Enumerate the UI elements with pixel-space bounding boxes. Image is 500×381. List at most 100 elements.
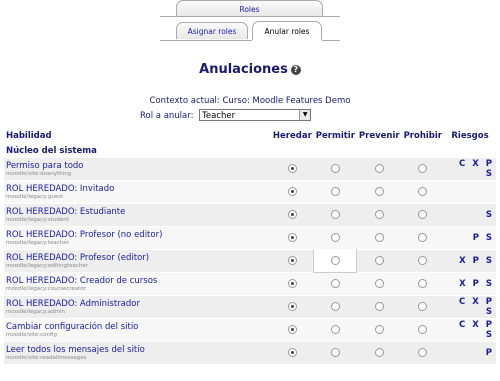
radio-cell-allow (313, 157, 357, 181)
capability-name[interactable]: Leer todos los mensajes del sitio (6, 345, 269, 355)
risk-badges[interactable]: X P S (444, 249, 496, 273)
radio-prevent[interactable] (374, 302, 384, 311)
radio-prohibit[interactable] (418, 164, 428, 173)
radio-cell-prevent (356, 157, 402, 181)
radio-cell-prohibit (401, 180, 444, 204)
risk-badges[interactable]: C X P S (444, 157, 496, 181)
capability-name[interactable]: ROL HEREDADO: Profesor (editor) (6, 253, 269, 263)
radio-allow[interactable] (330, 210, 340, 219)
section-title: Núcleo del sistema (6, 145, 97, 156)
role-select-value: Teacher (202, 111, 236, 121)
capability-cell: Cambiar configuración del sitio moodle/si… (4, 318, 271, 342)
radio-cell-allow (313, 318, 357, 342)
role-label: Rol a anular: (140, 110, 194, 121)
radio-cell-inherit (270, 249, 314, 273)
capability-cell: ROL HEREDADO: Profesor (editor) moodle/le… (4, 249, 271, 273)
radio-cell-prevent (356, 295, 402, 319)
radio-inherit[interactable] (287, 187, 297, 196)
risk-badges[interactable]: X P S (444, 272, 496, 296)
radio-allow[interactable] (330, 279, 340, 288)
risk-badges[interactable]: P S (444, 226, 496, 250)
radio-inherit[interactable] (287, 233, 297, 242)
radio-prevent[interactable] (374, 187, 384, 196)
capability-name[interactable]: ROL HEREDADO: Administrador (6, 299, 269, 309)
tab-assign-roles[interactable]: Asignar roles (176, 22, 248, 39)
radio-allow[interactable] (330, 302, 340, 311)
capability-name[interactable]: ROL HEREDADO: Profesor (no editor) (6, 230, 269, 240)
help-icon[interactable]: ? (290, 64, 301, 75)
risk-badges[interactable]: C X P S (444, 318, 496, 342)
radio-allow[interactable] (330, 164, 340, 173)
radio-cell-inherit (270, 295, 314, 319)
radio-cell-prevent (356, 226, 402, 250)
chevron-down-icon[interactable]: ▼ (299, 110, 311, 120)
header-inherit: Heredar (270, 129, 314, 144)
radio-allow[interactable] (330, 256, 340, 265)
capability-name[interactable]: ROL HEREDADO: Invitado (6, 184, 269, 194)
radio-cell-inherit (270, 341, 314, 364)
radio-prevent[interactable] (374, 210, 384, 219)
risk-badges[interactable]: C X P S (444, 295, 496, 319)
radio-cell-allow (313, 341, 357, 364)
radio-prohibit[interactable] (418, 233, 428, 242)
radio-prohibit[interactable] (418, 210, 428, 219)
tab-roles[interactable]: Roles (176, 0, 323, 16)
capability-cell: ROL HEREDADO: Profesor (no editor) moodle… (4, 226, 271, 250)
capability-name[interactable]: Permiso para todo (6, 161, 269, 171)
radio-prevent[interactable] (374, 164, 384, 173)
radio-inherit[interactable] (287, 325, 297, 334)
risk-badges[interactable] (444, 180, 496, 204)
radio-prohibit[interactable] (418, 279, 428, 288)
radio-cell-prohibit (401, 203, 444, 227)
radio-inherit[interactable] (287, 302, 297, 311)
radio-prevent[interactable] (375, 256, 384, 265)
radio-prevent[interactable] (374, 348, 384, 357)
radio-prohibit[interactable] (418, 325, 428, 334)
context-course-link[interactable]: Curso: Moodle Features Demo (223, 96, 351, 106)
radio-cell-allow (313, 295, 357, 319)
radio-cell-prevent (356, 341, 402, 364)
table-row: ROL HEREDADO: Creador de cursos moodle/le… (4, 272, 496, 296)
risk-badges[interactable]: P (444, 341, 496, 364)
radio-allow[interactable] (330, 348, 340, 357)
capability-cell: ROL HEREDADO: Administrador moodle/legacy… (4, 295, 271, 319)
header-risks: Riesgos (444, 129, 496, 144)
radio-cell-prohibit (401, 341, 444, 364)
radio-prevent[interactable] (374, 279, 384, 288)
radio-inherit[interactable] (287, 164, 297, 173)
page-title: Anulaciones (199, 62, 288, 77)
capability-cell: Leer todos los mensajes del sitio moodle/… (4, 341, 271, 364)
radio-prohibit[interactable] (418, 256, 428, 265)
capability-id: moodle/legacy:admin (6, 308, 66, 315)
section-row: Núcleo del sistema (4, 144, 496, 158)
radio-prohibit[interactable] (418, 348, 428, 357)
capability-name[interactable]: ROL HEREDADO: Creador de cursos (6, 276, 269, 286)
role-selector-row: Rol a anular: Teacher ▼ (140, 109, 312, 121)
role-select[interactable]: Teacher ▼ (199, 109, 312, 121)
radio-cell-inherit (270, 180, 314, 204)
radio-inherit[interactable] (287, 256, 297, 265)
radio-prohibit[interactable] (418, 187, 428, 196)
radio-prevent[interactable] (374, 233, 384, 242)
capability-name[interactable]: ROL HEREDADO: Estudiante (6, 207, 269, 217)
radio-inherit[interactable] (287, 348, 297, 357)
radio-cell-prohibit (401, 249, 444, 273)
radio-inherit[interactable] (287, 210, 297, 219)
capability-id: moodle/legacy:teacher (6, 239, 69, 246)
radio-prohibit[interactable] (418, 302, 428, 311)
tab-override-roles[interactable]: Anular roles (252, 21, 322, 40)
radio-cell-inherit (270, 157, 314, 181)
risk-badges[interactable]: S (444, 203, 496, 227)
radio-cell-prevent (356, 203, 402, 227)
table-row: ROL HEREDADO: Profesor (editor) moodle/le… (4, 249, 496, 273)
radio-allow[interactable] (330, 187, 340, 196)
capability-name[interactable]: Cambiar configuración del sitio (6, 322, 269, 332)
capability-cell: ROL HEREDADO: Creador de cursos moodle/le… (4, 272, 271, 296)
radio-cell-prevent (356, 318, 402, 342)
radio-inherit[interactable] (287, 279, 297, 288)
capability-id: moodle/site:doanything (6, 170, 72, 177)
radio-prevent[interactable] (374, 325, 384, 334)
radio-allow[interactable] (330, 233, 340, 242)
table-row: ROL HEREDADO: Administrador moodle/legacy… (4, 295, 496, 319)
radio-allow[interactable] (330, 325, 340, 334)
